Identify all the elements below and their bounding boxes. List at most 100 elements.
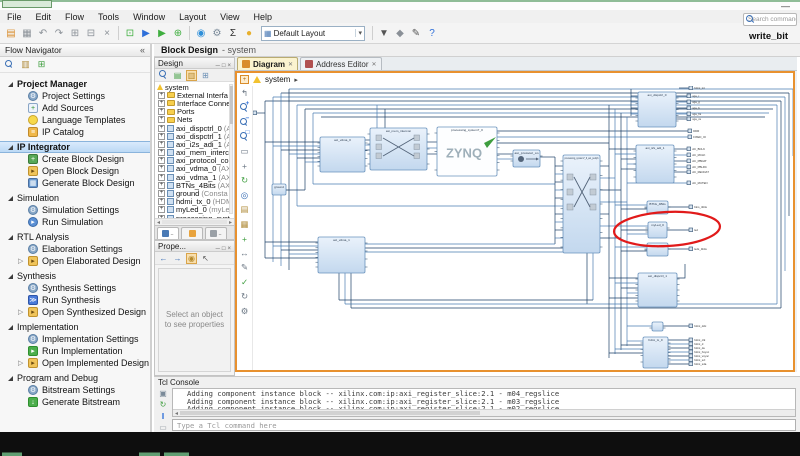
toolbar-save-icon[interactable]: ▦ [20,26,34,40]
flownav-item-open-elaborated-design[interactable]: ▷▸Open Elaborated Design [0,255,150,267]
flownav-item-open-synthesized-design[interactable]: ▷▸Open Synthesized Design [0,306,150,318]
tree-expander-icon[interactable]: + [158,198,165,205]
port-vga_hs[interactable]: vga_hs [687,112,702,116]
tcl-refresh-icon[interactable]: ↻ [158,400,169,409]
tree-expander-icon[interactable]: + [158,92,165,99]
tree-expander-icon[interactable]: + [158,206,165,213]
command-search[interactable]: Search commands [743,13,797,26]
flownav-item-run-simulation[interactable]: ▸Run Simulation [0,216,150,228]
port-AC_PBLRC[interactable]: AC_PBLRC [687,165,707,169]
select-cursor-icon[interactable]: ↖ [200,253,211,264]
flownav-item-create-block-design[interactable]: +Create Block Design [0,153,150,165]
flownav-item-simulation-settings[interactable]: ⚙Simulation Settings [0,204,150,216]
tree-expander-icon[interactable]: + [158,125,165,132]
toolbar-copy-icon[interactable]: ⊞ [68,26,82,40]
tree-expander-icon[interactable]: + [158,215,165,218]
tcl-pause-icon[interactable]: ‖ [158,412,169,421]
view-tab-sources[interactable]: .. [157,227,179,239]
flownav-header-program-and-debug[interactable]: Program and Debug [0,372,150,384]
flownav-item-language-templates[interactable]: Language Templates [0,114,150,126]
flownav-item-generate-block-design[interactable]: ▦Generate Block Design [0,177,150,189]
expand-all-icon[interactable]: ▤ [172,70,183,81]
menu-edit[interactable]: Edit [29,12,59,22]
tcl-clear-icon[interactable]: ▭ [158,423,169,432]
block-processing_system7_0_axi_periph[interactable]: processing_system7_0_axi_periph [561,155,603,253]
menu-file[interactable]: File [0,12,29,22]
flownav-item-ip-catalog[interactable]: ≡IP Catalog [0,126,150,138]
float-window-icon[interactable]: + [240,75,249,84]
tree-item-ports[interactable]: +Ports [155,108,234,116]
block-myLed_0[interactable]: myLed_0 [646,222,670,238]
flownav-item-synthesis-settings[interactable]: ⚙Synthesis Settings [0,282,150,294]
port-leds_4bits[interactable]: leds_4bits [689,247,707,251]
collapse-blocks-icon[interactable]: ▤ [239,204,250,215]
toolbar-open-project-icon[interactable]: ▤ [4,26,18,40]
flownav-export-icon[interactable]: ⊞ [36,59,47,70]
flownav-item-elaboration-settings[interactable]: ⚙Elaboration Settings [0,243,150,255]
select-area-icon[interactable]: ▭ [239,146,250,157]
tree-expander-icon[interactable]: + [158,133,165,140]
flownav-header-ip-integrator[interactable]: IP Integrator [0,141,150,153]
menu-help[interactable]: Help [246,12,279,22]
menu-flow[interactable]: Flow [58,12,91,22]
flownav-search-icon[interactable] [4,59,15,70]
tree-expander-icon[interactable]: + [158,100,165,107]
port-AC_PBDAT[interactable]: AC_PBDAT [687,159,707,163]
flownav-header-implementation[interactable]: Implementation [0,321,150,333]
taskbar-stub-2[interactable] [164,452,189,456]
designer-assistance-icon[interactable]: ⚙ [239,306,250,317]
expand-blocks-icon[interactable]: ▦ [239,219,250,230]
flownav-columns-icon[interactable]: ▥ [20,59,31,70]
tree-item-processing-syst[interactable]: +processing_syst [155,214,234,218]
view-tab-grid[interactable]: .. [205,227,227,239]
flownav-item-run-synthesis[interactable]: ≫Run Synthesis [0,294,150,306]
port-AC_RECDAT[interactable]: AC_RECDAT [687,170,709,174]
center-view-icon[interactable]: + [239,161,250,172]
port-hdmi_ddc[interactable]: hdmi_ddc [689,324,707,328]
block-axi_dispctrl_1[interactable]: axi_dispctrl_1 [636,273,680,307]
toolbar-update-design-icon[interactable]: ⊡ [123,26,137,40]
flownav-item-generate-bitstream[interactable]: ↓Generate Bitstream [0,396,150,408]
menu-layout[interactable]: Layout [172,12,213,22]
tab-diagram[interactable]: Diagram✕ [237,57,298,70]
expand-arrow-icon[interactable]: ▷ [18,308,24,316]
flownav-header-synthesis[interactable]: Synthesis [0,270,150,282]
port-AC_BCLK[interactable]: AC_BCLK [687,147,705,151]
flownav-header-project-manager[interactable]: Project Manager [0,78,150,90]
flownav-item-open-implemented-design[interactable]: ▷▸Open Implemented Design [0,357,150,369]
block-axi_protocol_convert_0[interactable]: axi_protocol_co [511,150,543,167]
search-diagram-icon[interactable]: ◎ [239,190,250,201]
block-ground[interactable]: ground [272,184,289,195]
flownav-item-add-sources[interactable]: +Add Sources [0,102,150,114]
taskbar-stub-1[interactable] [139,452,160,456]
port-vga_b[interactable]: vga_b [687,106,700,110]
port-hdmi_int[interactable]: hdmi_int [689,86,705,90]
flownav-header-simulation[interactable]: Simulation [0,192,150,204]
tree-expander-icon[interactable]: + [158,141,165,148]
autofit-layout-icon[interactable]: ↻ [239,175,250,186]
zoom-fit-icon[interactable]: □ [239,132,250,143]
tree-expander-icon[interactable]: + [158,116,165,123]
toolbar-paste-icon[interactable]: ⊟ [84,26,98,40]
add-ip-icon[interactable]: + [239,233,250,244]
design-search-icon[interactable] [158,70,169,81]
hierarchy-icon[interactable]: ⊞ [200,70,211,81]
flownav-item-open-block-design[interactable]: ▸Open Block Design [0,165,150,177]
port-btns_4bits[interactable]: btns_4bits [689,205,708,209]
menu-window[interactable]: Window [126,12,172,22]
properties-view-icon[interactable]: ◉ [186,253,197,264]
block-axi_vdma_0[interactable]: axi_vdma_0 [318,137,368,172]
port-external[interactable] [253,111,257,115]
tab-address-editor[interactable]: Address Editor✕ [300,57,382,70]
forward-icon[interactable]: → [172,253,183,264]
flownav-header-rtl-analysis[interactable]: RTL Analysis [0,231,150,243]
tcl-toggle-output-icon[interactable]: ▣ [158,389,169,398]
validate-design-icon[interactable]: ✓ [239,277,250,288]
tree-expander-icon[interactable]: + [158,174,165,181]
scroll-left-icon[interactable]: ◂ [173,410,180,417]
view-tab-board[interactable] [181,227,203,239]
flownav-item-run-implementation[interactable]: ▸Run Implementation [0,345,150,357]
tcl-hscrollbar[interactable]: ◂ [173,409,795,416]
diagram-canvas[interactable]: groundaxi_vdma_0axi_mem_interconprocessi… [253,86,793,370]
block-hdmi_ddc_const[interactable] [650,322,666,331]
